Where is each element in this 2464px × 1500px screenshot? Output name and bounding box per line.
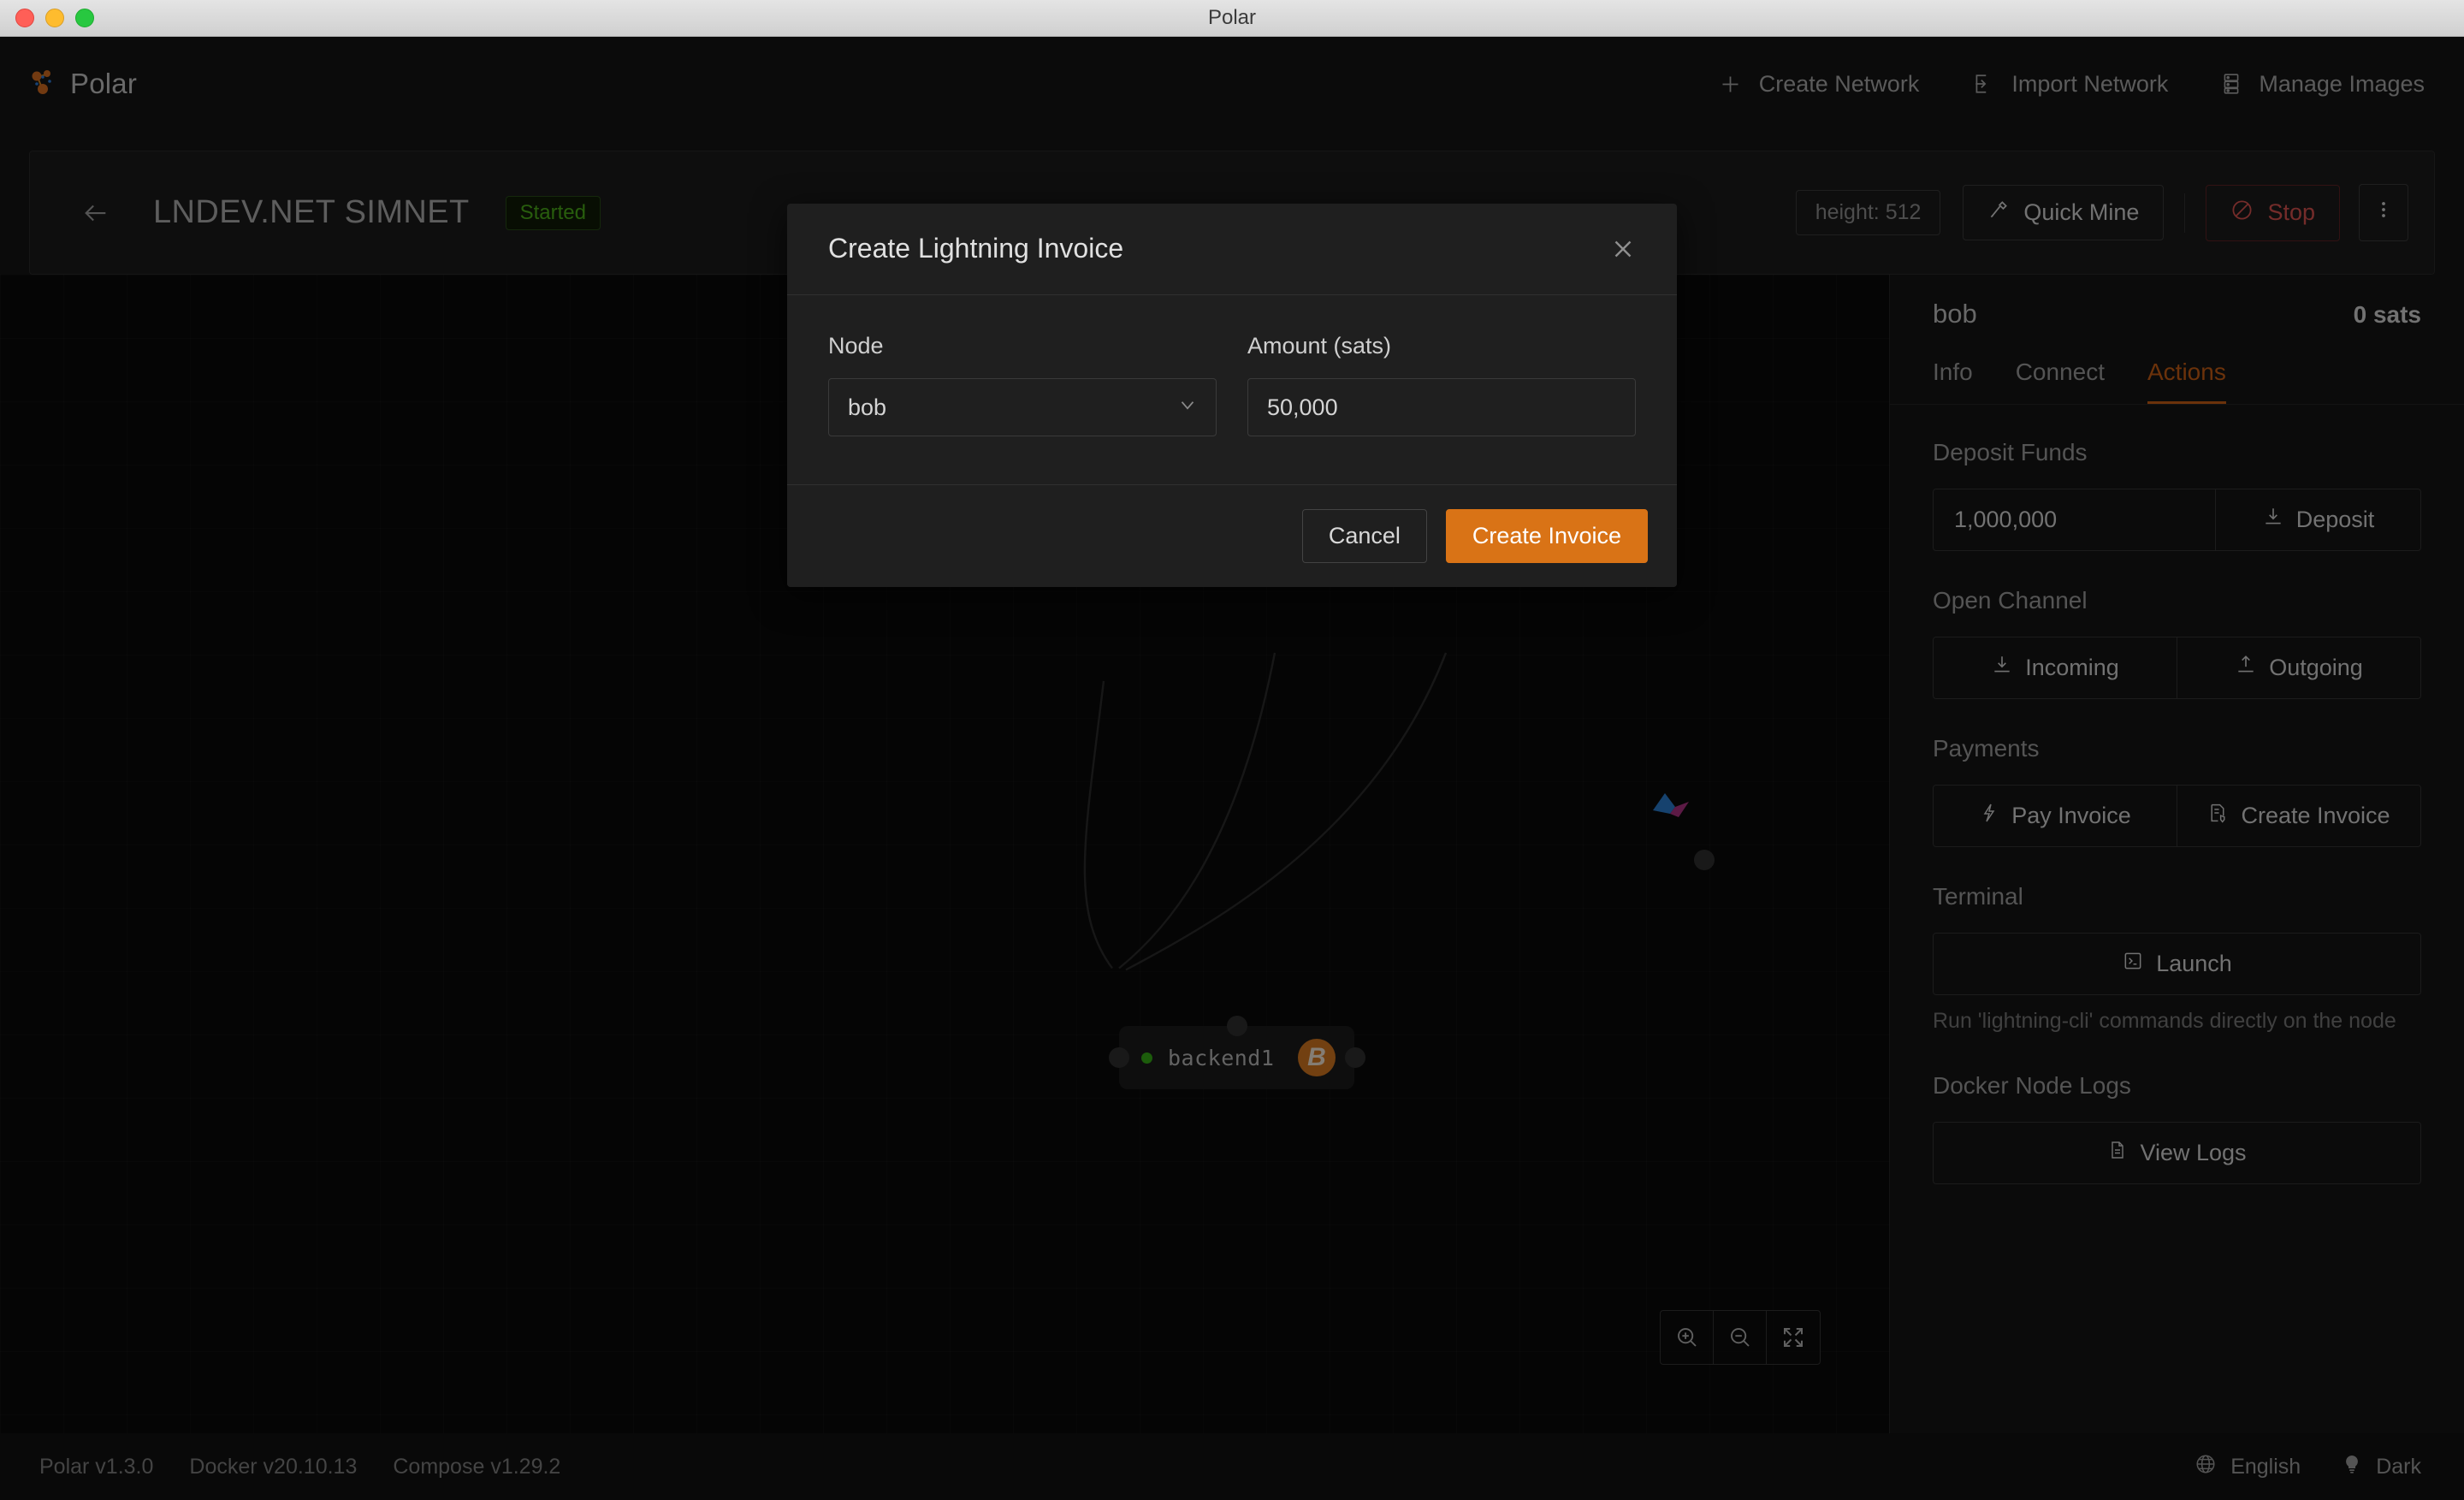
window-titlebar: Polar: [0, 0, 2464, 37]
chevron-down-icon: [1176, 394, 1199, 422]
create-invoice-submit-button[interactable]: Create Invoice: [1445, 509, 1648, 563]
node-select[interactable]: bob: [828, 378, 1217, 436]
amount-field-label: Amount (sats): [1247, 333, 1392, 359]
polar-app-window: Polar Polar Create Network Import Networ…: [0, 0, 2464, 1500]
close-icon[interactable]: [1603, 233, 1643, 269]
node-field-label: Node: [828, 333, 884, 359]
window-title: Polar: [1207, 6, 1257, 29]
amount-input[interactable]: [1247, 378, 1636, 436]
cancel-button[interactable]: Cancel: [1301, 509, 1427, 563]
node-field: Node bob: [828, 333, 1217, 436]
create-invoice-modal: Create Lightning Invoice Node bob Amount…: [787, 204, 1677, 587]
modal-header: Create Lightning Invoice: [787, 204, 1677, 295]
modal-body: Node bob Amount (sats): [787, 295, 1677, 484]
modal-footer: Cancel Create Invoice: [787, 484, 1677, 587]
modal-title: Create Lightning Invoice: [828, 233, 1124, 264]
node-select-value: bob: [848, 394, 887, 420]
amount-field: Amount (sats): [1247, 333, 1636, 436]
